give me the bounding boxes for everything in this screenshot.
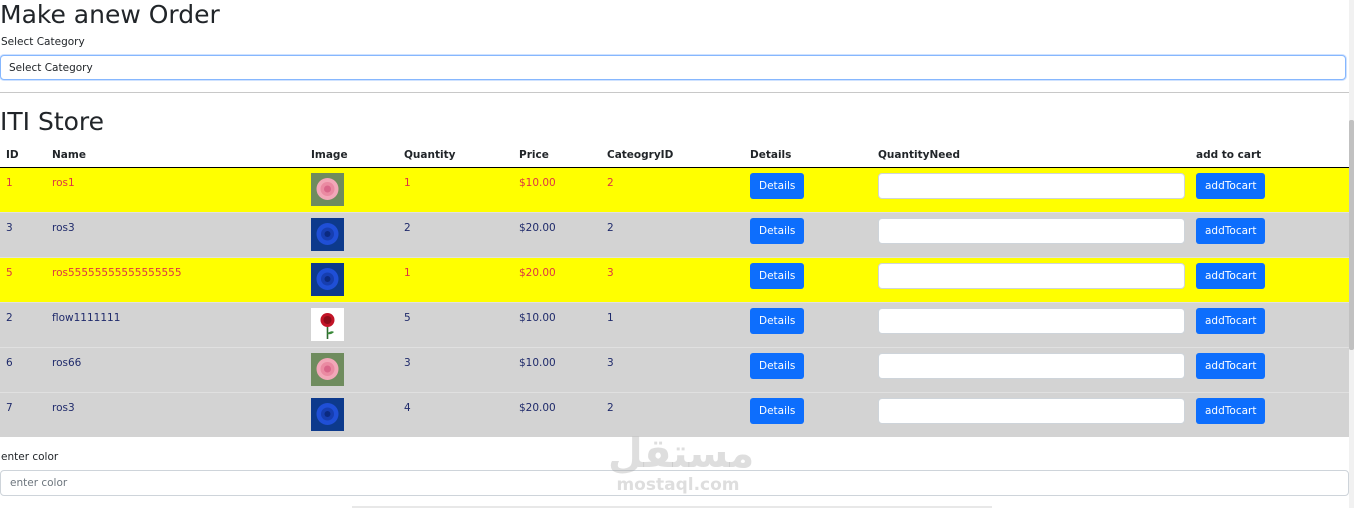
row-category: 3 (607, 267, 614, 279)
quantity-need-input[interactable] (878, 353, 1185, 379)
pink-rose-image (311, 173, 344, 206)
row-quantity: 2 (404, 222, 411, 234)
col-name: Name (52, 143, 311, 168)
blue-rose-image (311, 398, 344, 431)
details-button[interactable]: Details (750, 218, 805, 244)
col-id: ID (0, 143, 52, 168)
col-quantity: Quantity (404, 143, 519, 168)
row-id: 6 (6, 357, 13, 369)
details-button[interactable]: Details (750, 263, 805, 289)
row-name: ros3 (52, 402, 75, 414)
quantity-need-input[interactable] (878, 398, 1185, 424)
row-quantity: 4 (404, 402, 411, 414)
category-select[interactable]: Select Category (0, 55, 1346, 80)
pink-rose-image (311, 353, 344, 386)
row-name: ros1 (52, 177, 75, 189)
watermark-latin: mostaql.com (616, 475, 740, 495)
row-category: 2 (607, 222, 614, 234)
color-label: enter color (1, 451, 59, 463)
table-row: 3 ros3 2 $20.00 2 Details addTocart (0, 212, 1349, 258)
row-id: 1 (6, 177, 13, 189)
quantity-need-input[interactable] (878, 218, 1185, 244)
row-category: 2 (607, 177, 614, 189)
row-category: 3 (607, 357, 614, 369)
table-header-row: ID Name Image Quantity Price CateogryID … (0, 143, 1349, 168)
row-price: $10.00 (519, 357, 556, 369)
table-row: 5 ros55555555555555555 1 $20.00 3 Detail… (0, 257, 1349, 303)
add-to-cart-button[interactable]: addTocart (1196, 173, 1266, 199)
row-id: 7 (6, 402, 13, 414)
blue-rose-image (311, 263, 344, 296)
red-rose-image (311, 308, 344, 341)
row-quantity: 5 (404, 312, 411, 324)
row-price: $20.00 (519, 267, 556, 279)
quantity-need-input[interactable] (878, 263, 1185, 289)
row-name: flow1111111 (52, 312, 121, 324)
add-to-cart-button[interactable]: addTocart (1196, 308, 1266, 334)
row-category: 2 (607, 402, 614, 414)
col-image: Image (311, 143, 404, 168)
col-details: Details (750, 143, 878, 168)
col-price: Price (519, 143, 607, 168)
store-title: ITI Store (0, 107, 105, 136)
row-price: $20.00 (519, 222, 556, 234)
row-quantity: 1 (404, 267, 411, 279)
add-to-cart-button[interactable]: addTocart (1196, 398, 1266, 424)
row-price: $10.00 (519, 177, 556, 189)
table-row: 1 ros1 1 $10.00 2 Details addTocart (0, 167, 1349, 213)
row-name: ros3 (52, 222, 75, 234)
add-to-cart-button[interactable]: addTocart (1196, 263, 1266, 289)
row-price: $10.00 (519, 312, 556, 324)
details-button[interactable]: Details (750, 173, 805, 199)
mostaql-watermark: مستقل mostaql.com (608, 431, 755, 495)
row-price: $20.00 (519, 402, 556, 414)
row-name: ros66 (52, 357, 82, 369)
divider (0, 92, 1349, 93)
col-add-to-cart: add to cart (1196, 143, 1349, 168)
scrollbar-thumb[interactable] (1349, 120, 1354, 350)
quantity-need-input[interactable] (878, 308, 1185, 334)
row-quantity: 1 (404, 177, 411, 189)
category-label: Select Category (1, 36, 85, 48)
products-table: ID Name Image Quantity Price CateogryID … (0, 143, 1349, 437)
row-id: 5 (6, 267, 13, 279)
table-row: 6 ros66 3 $10.00 3 Details addTocart (0, 347, 1349, 393)
col-quantity-need: QuantityNeed (878, 143, 1196, 168)
quantity-need-input[interactable] (878, 173, 1185, 199)
table-row: 2 flow1111111 5 $10.00 1 Details addToca… (0, 302, 1349, 348)
row-quantity: 3 (404, 357, 411, 369)
add-to-cart-button[interactable]: addTocart (1196, 218, 1266, 244)
details-button[interactable]: Details (750, 353, 805, 379)
details-button[interactable]: Details (750, 398, 805, 424)
row-name: ros55555555555555555 (52, 267, 182, 279)
col-category: CateogryID (607, 143, 750, 168)
watermark-arabic: مستقل (608, 431, 755, 477)
row-id: 2 (6, 312, 13, 324)
details-button[interactable]: Details (750, 308, 805, 334)
row-category: 1 (607, 312, 614, 324)
category-select-value: Select Category (9, 62, 93, 74)
blue-rose-image (311, 218, 344, 251)
row-id: 3 (6, 222, 13, 234)
order-title: Make anew Order (0, 0, 220, 29)
vertical-scrollbar[interactable] (1349, 0, 1354, 508)
add-to-cart-button[interactable]: addTocart (1196, 353, 1266, 379)
